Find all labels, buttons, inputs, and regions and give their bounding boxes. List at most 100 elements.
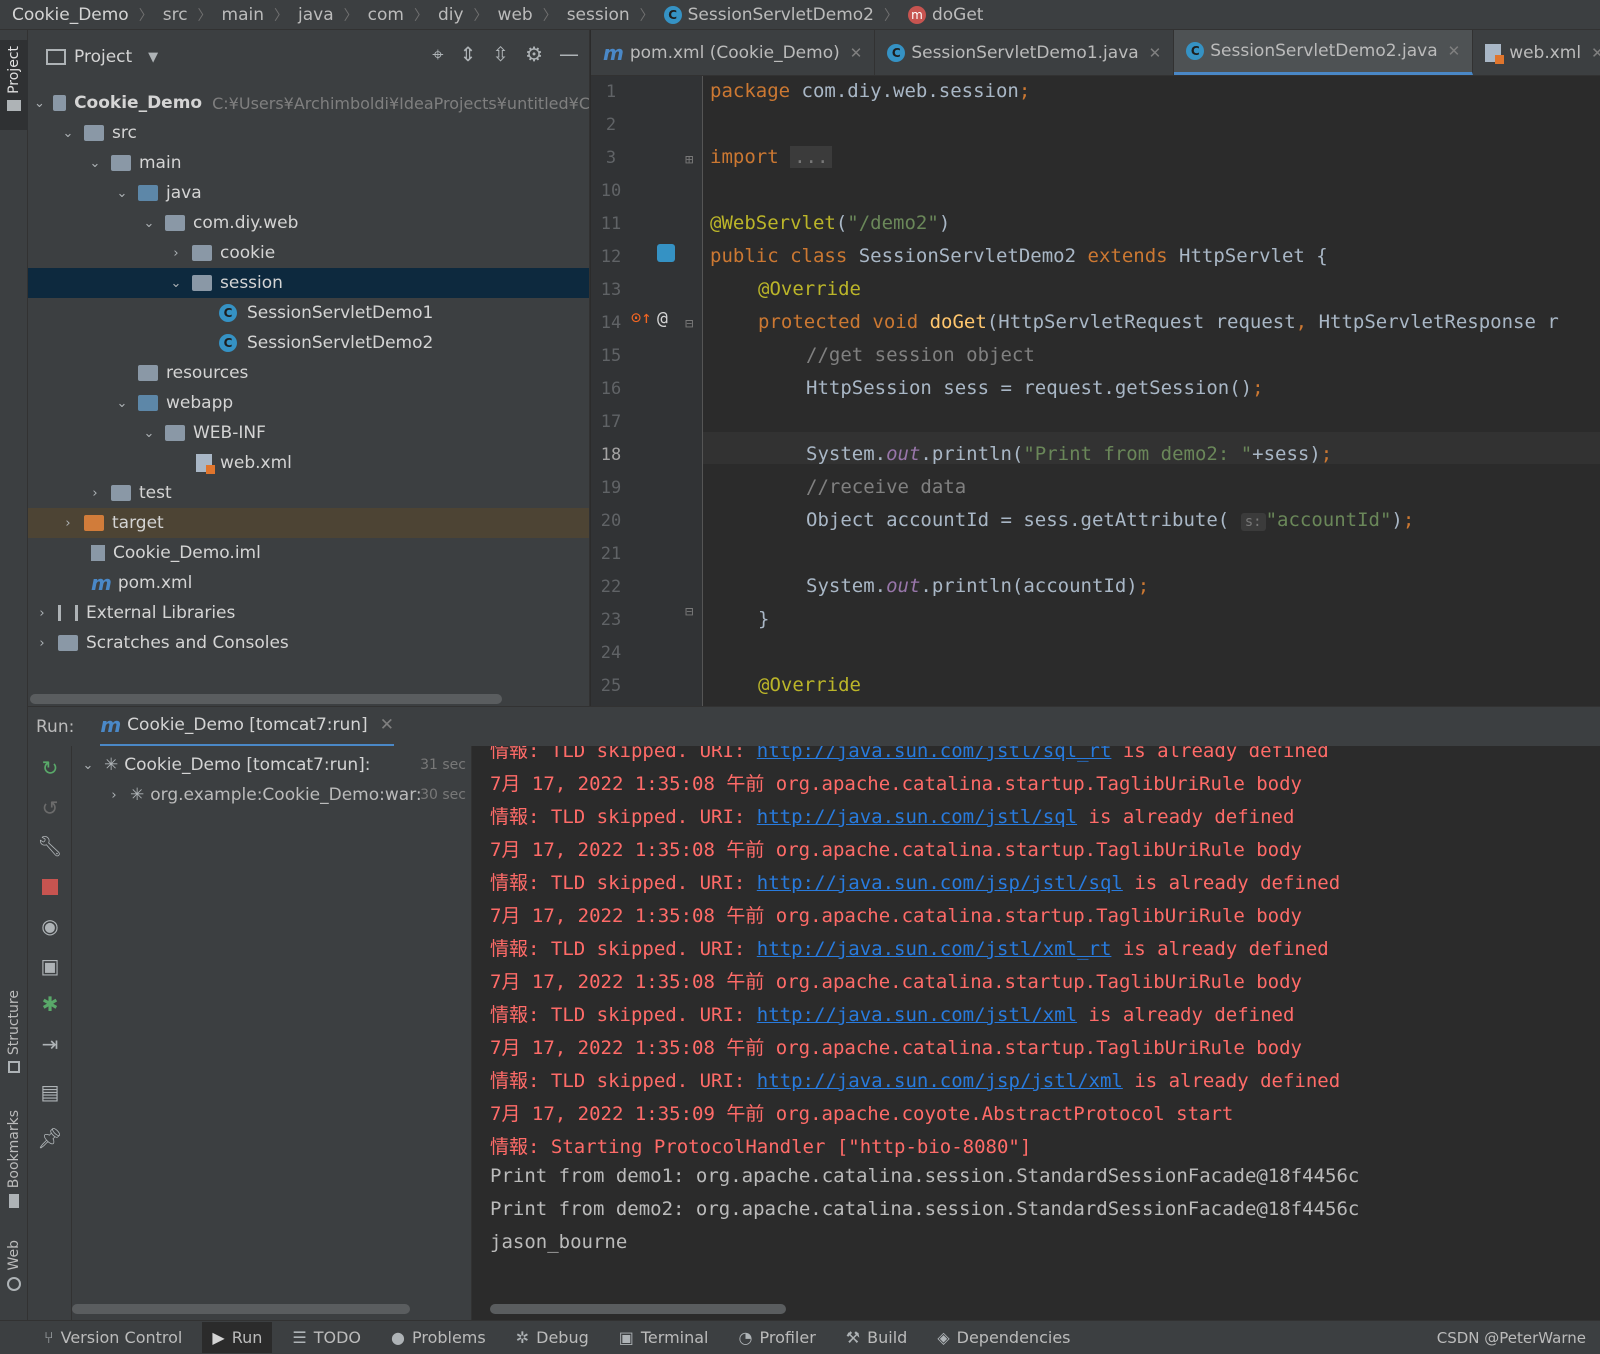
fold-icon[interactable]: ⊞ xyxy=(685,152,693,168)
breadcrumb-diy[interactable]: diy xyxy=(438,5,464,25)
dependencies-tool[interactable]: ◈ Dependencies xyxy=(937,1328,1070,1347)
bookmarks-tool-tab[interactable]: Bookmarks xyxy=(0,1110,28,1209)
console-link[interactable]: http://java.sun.com/jstl/sql_rt xyxy=(757,746,1112,762)
override-method-icon[interactable]: ⊙↑ xyxy=(631,308,651,328)
tree-item-session[interactable]: ⌄ session xyxy=(28,268,589,298)
tree-item-java[interactable]: ⌄ java xyxy=(28,178,589,208)
import-icon[interactable]: ⇥ xyxy=(28,1032,72,1056)
close-icon[interactable]: ✕ xyxy=(1591,44,1600,62)
project-view-title[interactable]: Project xyxy=(74,47,132,67)
fold-icon[interactable]: ⊟ xyxy=(685,316,693,332)
chevron-down-icon[interactable]: ⌄ xyxy=(114,186,130,201)
close-icon[interactable]: ✕ xyxy=(1448,42,1461,60)
breadcrumb-src[interactable]: src xyxy=(163,5,188,25)
wrench-icon[interactable]: 🔧︎ xyxy=(28,834,72,858)
tree-item-resources[interactable]: resources xyxy=(28,358,589,388)
run-tree-scrollbar[interactable] xyxy=(72,1304,410,1314)
todo-tool[interactable]: ☰ TODO xyxy=(292,1328,361,1347)
run-tab-cookie-demo[interactable]: m Cookie_Demo [tomcat7:run] ✕ xyxy=(100,707,394,747)
annotation-icon[interactable]: @ xyxy=(657,308,668,329)
breadcrumb-main[interactable]: main xyxy=(222,5,264,25)
fold-icon[interactable]: ⊟ xyxy=(685,604,693,620)
tree-item-external-libraries[interactable]: › External Libraries xyxy=(28,598,589,628)
breadcrumb-project[interactable]: Cookie_Demo xyxy=(12,5,129,25)
console-link[interactable]: http://java.sun.com/jsp/jstl/sql xyxy=(757,872,1123,894)
structure-tool-tab[interactable]: Structure xyxy=(0,990,28,1074)
console-link[interactable]: http://java.sun.com/jstl/sql xyxy=(757,806,1077,828)
servlet-gutter-icon[interactable] xyxy=(657,244,675,262)
tree-item-cookie-demo-iml[interactable]: Cookie_Demo.iml xyxy=(28,538,589,568)
tree-item-target[interactable]: › target xyxy=(28,508,589,538)
pin-icon[interactable]: 📌︎ xyxy=(28,1126,72,1150)
tree-item-cookie[interactable]: › cookie xyxy=(28,238,589,268)
chevron-down-icon[interactable]: ⌄ xyxy=(34,96,45,111)
collapse-all-icon[interactable]: ⇳ xyxy=(492,42,509,66)
tree-item-webapp[interactable]: ⌄ webapp xyxy=(28,388,589,418)
run-tree-item-root[interactable]: ⌄ ✳ Cookie_Demo [tomcat7:run]: 31 sec xyxy=(72,750,471,780)
tab-pom-xml[interactable]: m pom.xml (Cookie_Demo) ✕ xyxy=(591,30,876,75)
chevron-right-icon[interactable]: › xyxy=(168,246,184,261)
chevron-right-icon[interactable]: › xyxy=(106,788,122,803)
terminal-tool[interactable]: ▣ Terminal xyxy=(619,1328,709,1347)
breadcrumb-java[interactable]: java xyxy=(298,5,334,25)
tree-item-session-servlet-demo1[interactable]: C SessionServletDemo1 xyxy=(28,298,589,328)
folded-imports[interactable]: ... xyxy=(790,146,833,168)
hide-icon[interactable]: — xyxy=(559,42,579,66)
tree-item-scratches[interactable]: › Scratches and Consoles xyxy=(28,628,589,658)
console-scrollbar[interactable] xyxy=(490,1304,786,1314)
project-horizontal-scrollbar[interactable] xyxy=(30,694,502,704)
profiler-tool[interactable]: ◔ Profiler xyxy=(739,1328,816,1347)
camera-icon[interactable]: ▣ xyxy=(28,954,72,978)
tree-item-cookie-demo[interactable]: ⌄ Cookie_Demo C:¥Users¥Archimboldi¥IdeaP… xyxy=(28,88,589,118)
close-icon[interactable]: ✕ xyxy=(850,44,863,62)
run-tool[interactable]: ▶ Run xyxy=(202,1322,273,1353)
eye-icon[interactable]: ◉ xyxy=(28,914,72,938)
rerun-icon[interactable]: ↻ xyxy=(28,756,72,780)
tree-item-web-inf[interactable]: ⌄ WEB-INF xyxy=(28,418,589,448)
expand-all-icon[interactable]: ⇕ xyxy=(460,42,477,66)
tab-session-servlet-demo1[interactable]: C SessionServletDemo1.java ✕ xyxy=(875,30,1175,75)
breadcrumb-com[interactable]: com xyxy=(368,5,404,25)
version-control-tool[interactable]: ⑂ Version Control xyxy=(44,1328,182,1347)
web-tool-tab[interactable]: Web xyxy=(0,1240,28,1291)
tab-web-xml[interactable]: web.xml ✕ xyxy=(1473,30,1600,75)
locate-icon[interactable]: ⌖ xyxy=(432,42,443,66)
chevron-right-icon[interactable]: › xyxy=(34,636,50,651)
code-editor[interactable]: 1 2 3 10 11 12 13 14 15 16 17 18 19 20 2… xyxy=(591,76,1600,706)
layout-icon[interactable]: ▤ xyxy=(28,1080,72,1104)
chevron-down-icon[interactable]: ⌄ xyxy=(87,156,103,171)
breadcrumb-web[interactable]: web xyxy=(498,5,533,25)
chevron-down-icon[interactable]: ⌄ xyxy=(141,216,157,231)
debug-tool[interactable]: ✲ Debug xyxy=(516,1328,589,1347)
chevron-down-icon[interactable]: ⌄ xyxy=(168,276,184,291)
chevron-down-icon[interactable]: ▼ xyxy=(148,50,158,65)
tree-item-src[interactable]: ⌄ src xyxy=(28,118,589,148)
chevron-down-icon[interactable]: ⌄ xyxy=(80,758,96,773)
debug-attach-icon[interactable]: ✱ xyxy=(28,992,72,1016)
chevron-down-icon[interactable]: ⌄ xyxy=(141,426,157,441)
tree-item-com-diy-web[interactable]: ⌄ com.diy.web xyxy=(28,208,589,238)
tree-item-session-servlet-demo2[interactable]: C SessionServletDemo2 xyxy=(28,328,589,358)
breadcrumb-session[interactable]: session xyxy=(567,5,630,25)
tree-item-web-xml[interactable]: web.xml xyxy=(28,448,589,478)
run-tree-item-war[interactable]: › ✳ org.example:Cookie_Demo:war: 30 sec xyxy=(72,780,471,810)
gear-icon[interactable]: ⚙ xyxy=(525,42,543,66)
breadcrumb-class[interactable]: C SessionServletDemo2 xyxy=(663,5,874,25)
console-output[interactable]: 情報: TLD skipped. URI: http://java.sun.co… xyxy=(472,746,1600,1320)
project-tool-tab[interactable]: Project xyxy=(0,40,28,130)
tree-item-test[interactable]: › test xyxy=(28,478,589,508)
rerun-failed-icon[interactable]: ↺ xyxy=(28,796,72,820)
console-link[interactable]: http://java.sun.com/jstl/xml_rt xyxy=(757,938,1112,960)
chevron-down-icon[interactable]: ⌄ xyxy=(60,126,76,141)
close-icon[interactable]: ✕ xyxy=(380,715,394,735)
chevron-down-icon[interactable]: ⌄ xyxy=(114,396,130,411)
chevron-right-icon[interactable]: › xyxy=(87,486,103,501)
problems-tool[interactable]: ● Problems xyxy=(391,1328,486,1347)
breadcrumb-method[interactable]: m doGet xyxy=(907,5,983,25)
stop-icon[interactable] xyxy=(28,876,72,900)
tab-session-servlet-demo2[interactable]: C SessionServletDemo2.java ✕ xyxy=(1174,30,1474,75)
build-tool[interactable]: ⚒ Build xyxy=(846,1328,908,1347)
console-link[interactable]: http://java.sun.com/jsp/jstl/xml xyxy=(757,1070,1123,1092)
chevron-right-icon[interactable]: › xyxy=(60,516,76,531)
console-link[interactable]: http://java.sun.com/jstl/xml xyxy=(757,1004,1077,1026)
